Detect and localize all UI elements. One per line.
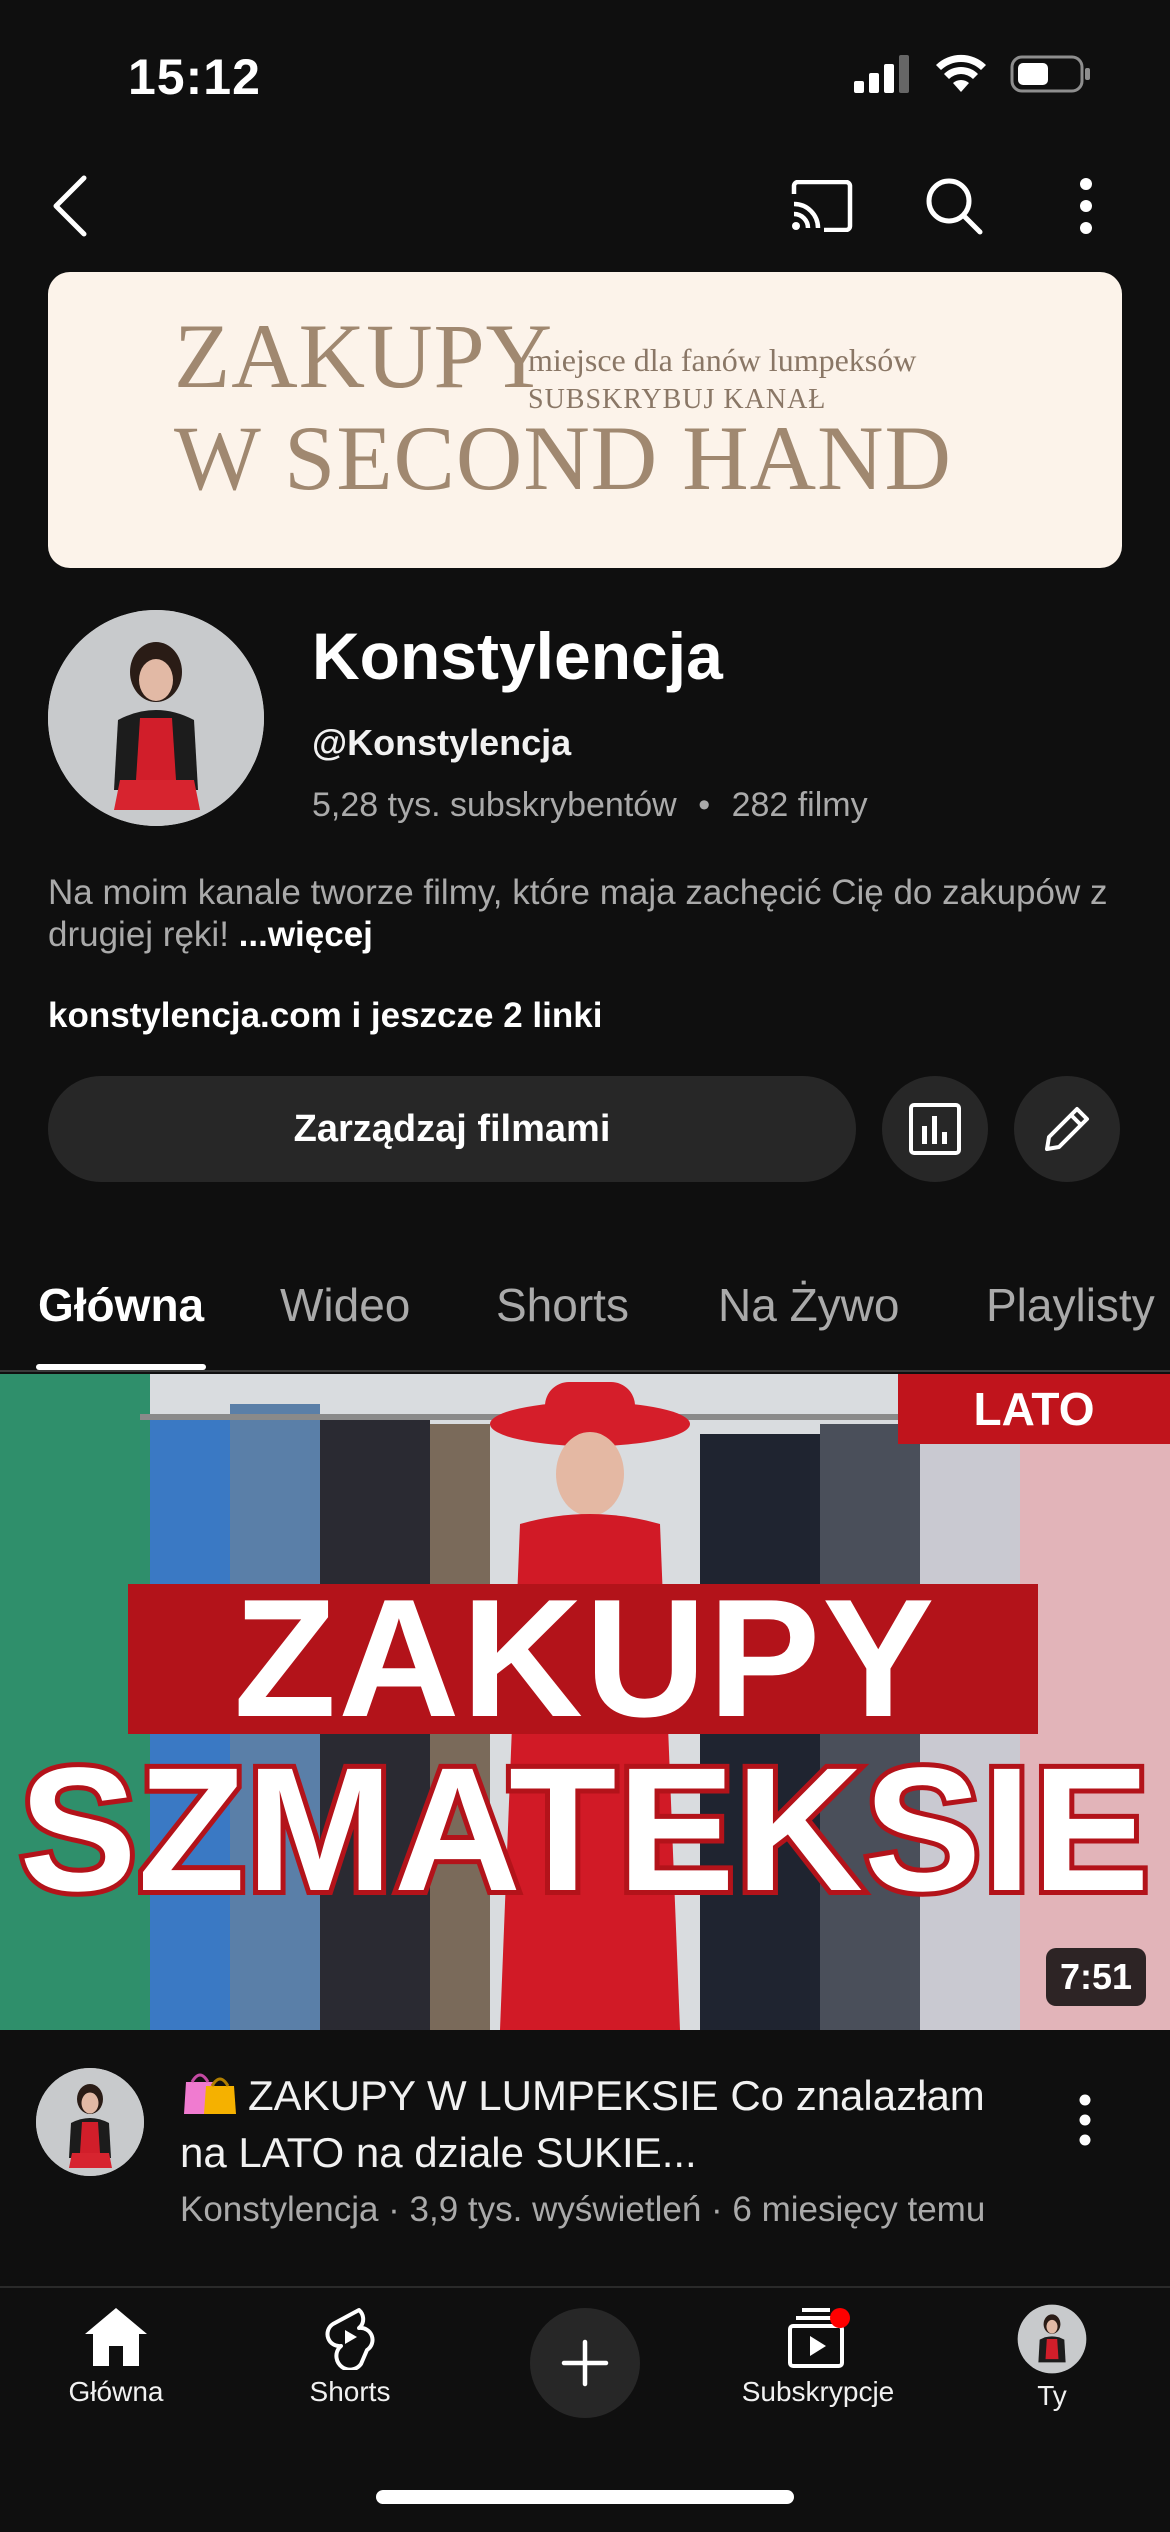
channel-avatar[interactable]	[48, 610, 264, 826]
video-channel-avatar[interactable]	[36, 2068, 144, 2176]
thumbnail-text-line1: ZAKUPY	[233, 1564, 937, 1752]
cellular-signal-icon	[854, 55, 909, 93]
description-more-link[interactable]: ...więcej	[239, 915, 373, 954]
video-meta: Konstylencja · 3,9 tys. wyświetleń · 6 m…	[180, 2190, 986, 2229]
status-bar: 15:12	[0, 0, 1170, 150]
thumbnail-badge: LATO	[898, 1374, 1170, 1444]
analytics-button[interactable]	[882, 1076, 988, 1182]
nav-you[interactable]: Ty	[952, 2304, 1152, 2434]
channel-tabs: Główna Wideo Shorts Na Żywo Playlisty	[0, 1228, 1170, 1372]
shopping-bags-icon	[184, 2073, 236, 2114]
pencil-icon	[1045, 1107, 1089, 1151]
video-channel-avatar-image	[36, 2068, 144, 2176]
stats-separator: •	[698, 786, 711, 824]
video-count: 282 filmy	[731, 786, 868, 824]
channel-links[interactable]: konstylencja.com i jeszcze 2 linki	[48, 996, 602, 1036]
status-time: 15:12	[128, 49, 261, 105]
tab-videos[interactable]: Wideo	[280, 1278, 410, 1332]
more-vertical-icon	[1079, 2094, 1091, 2146]
plus-icon	[561, 2339, 609, 2387]
profile-avatar-icon	[1017, 2304, 1087, 2374]
analytics-icon	[909, 1103, 961, 1155]
active-tab-indicator	[36, 1364, 206, 1370]
video-thumbnail[interactable]: LATO ZAKUPY SZMATEKSIE 7:51	[0, 1374, 1170, 2030]
nav-you-label: Ty	[1037, 2380, 1067, 2411]
back-arrow-icon	[53, 175, 87, 237]
channel-name: Konstylencja	[312, 619, 723, 693]
back-button[interactable]	[24, 160, 116, 252]
thumbnail-text-line2: SZMATEKSIE	[14, 1732, 1154, 1928]
home-icon	[85, 2308, 147, 2366]
top-nav	[0, 160, 1170, 252]
nav-subscriptions[interactable]: Subskrypcje	[718, 2304, 918, 2434]
video-duration: 7:51	[1045, 1948, 1146, 2006]
video-title[interactable]: ZAKUPY W LUMPEKSIE Co znalazłam na LATO …	[180, 2066, 1040, 2181]
more-options-button[interactable]	[1040, 160, 1132, 252]
create-button[interactable]	[530, 2308, 640, 2418]
search-button[interactable]	[908, 160, 1000, 252]
cast-button[interactable]	[776, 160, 868, 252]
video-more-button[interactable]	[1060, 2080, 1110, 2160]
home-indicator[interactable]	[376, 2490, 794, 2504]
edit-channel-button[interactable]	[1014, 1076, 1120, 1182]
description-text: Na moim kanale tworze filmy, które maja …	[48, 873, 1108, 954]
tab-home[interactable]: Główna	[38, 1278, 204, 1332]
channel-banner: ZAKUPY miejsce dla fanów lumpeksów SUBSK…	[48, 272, 1122, 568]
subscriptions-icon	[788, 2308, 850, 2368]
video-title-text: ZAKUPY W LUMPEKSIE Co znalazłam na LATO …	[180, 2072, 985, 2176]
wifi-icon	[936, 54, 986, 92]
battery-icon	[1010, 55, 1090, 93]
more-vertical-icon	[1080, 178, 1092, 234]
banner-line2: W SECOND HAND	[174, 407, 952, 509]
tab-playlists[interactable]: Playlisty	[986, 1278, 1155, 1332]
nav-shorts-label: Shorts	[309, 2376, 391, 2407]
channel-description[interactable]: Na moim kanale tworze filmy, które maja …	[48, 872, 1118, 956]
nav-home[interactable]: Główna	[16, 2304, 216, 2434]
status-icons	[854, 54, 1092, 94]
search-icon	[926, 178, 983, 235]
channel-stats: 5,28 tys. subskrybentów • 282 filmy	[312, 786, 868, 825]
tab-shorts[interactable]: Shorts	[496, 1278, 629, 1332]
tab-live[interactable]: Na Żywo	[718, 1278, 899, 1332]
nav-shorts[interactable]: Shorts	[250, 2304, 450, 2434]
channel-handle: @Konstylencja	[312, 722, 572, 763]
nav-home-label: Główna	[68, 2376, 164, 2407]
cast-icon	[791, 180, 853, 232]
banner-line1: ZAKUPY	[174, 305, 554, 407]
shorts-icon	[325, 2308, 375, 2370]
nav-subscriptions-label: Subskrypcje	[741, 2376, 895, 2407]
manage-videos-button[interactable]: Zarządzaj filmami	[48, 1076, 856, 1182]
banner-tagline: miejsce dla fanów lumpeksów	[528, 342, 917, 378]
subscriber-count: 5,28 tys. subskrybentów	[312, 786, 677, 824]
channel-avatar-image	[48, 610, 264, 826]
